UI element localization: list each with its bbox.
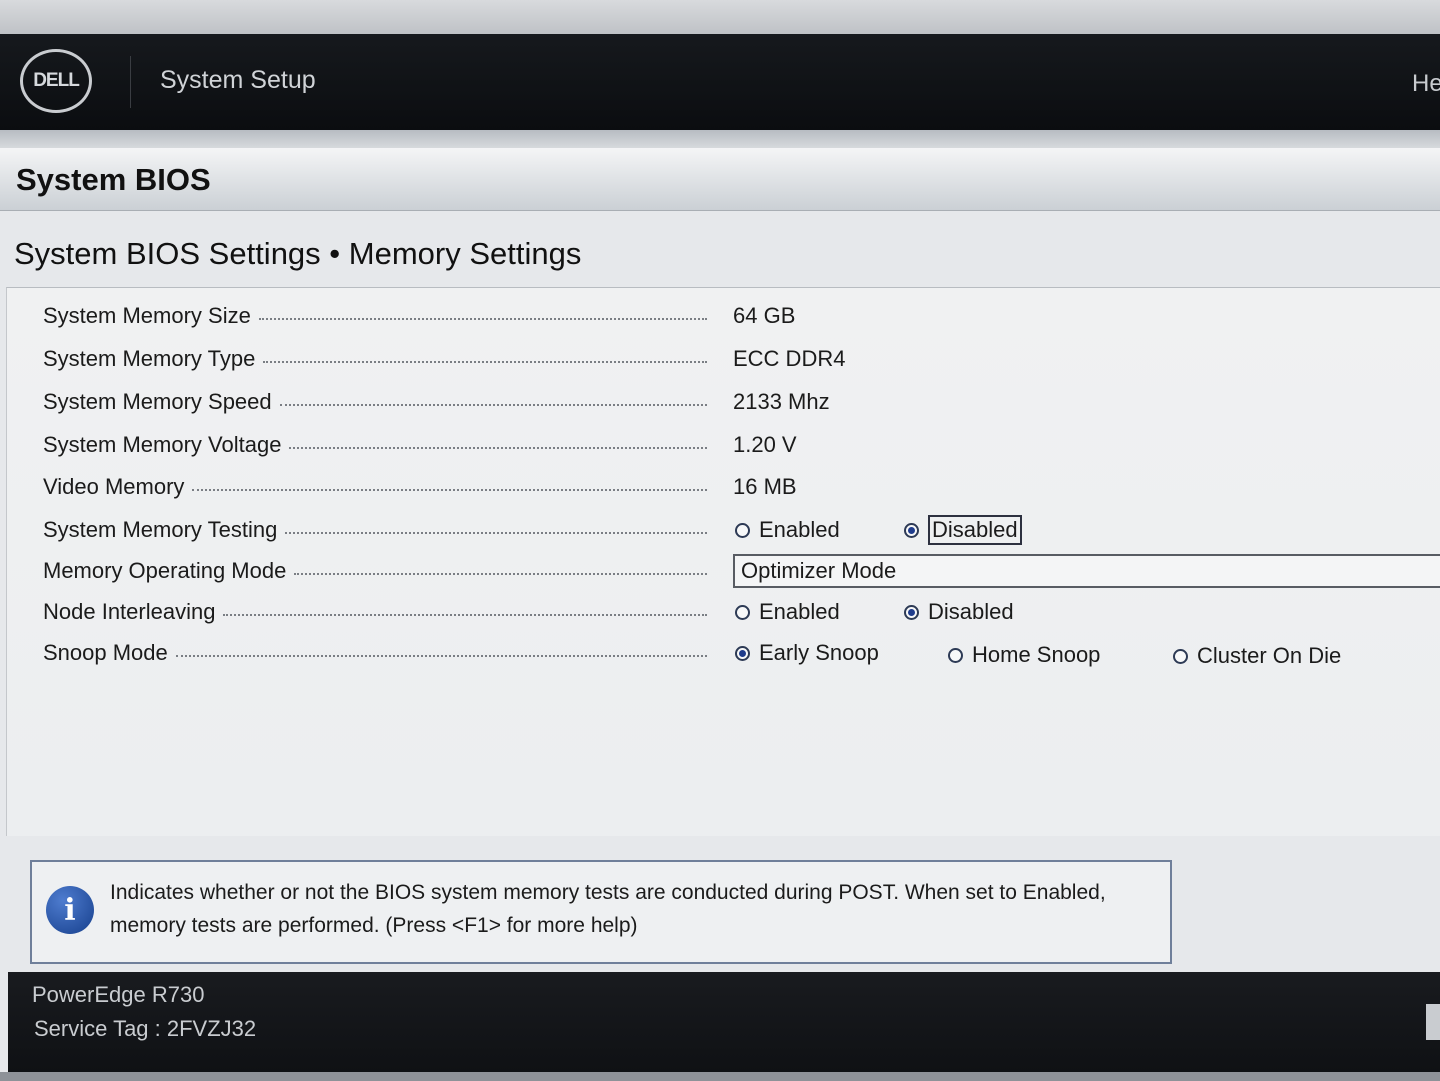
bios-screen: DELL System Setup Hel System BIOS System…: [0, 0, 1440, 1081]
memory-testing-disabled-radio[interactable]: Disabled: [904, 510, 1022, 550]
setting-label-row: Video Memory: [43, 467, 707, 507]
snoop-early-radio[interactable]: Early Snoop: [735, 633, 879, 673]
radio-label: Early Snoop: [759, 640, 879, 665]
setting-row-operating-mode: Memory Operating Mode Optimizer Mode: [7, 551, 1440, 591]
monitor-bezel-top: [0, 0, 1440, 34]
setting-label-row: System Memory Type: [43, 339, 707, 379]
setting-value: 2133 Mhz: [733, 389, 830, 414]
node-interleaving-enabled-radio[interactable]: Enabled: [735, 592, 840, 632]
radio-unchecked-icon: [735, 522, 750, 538]
footer-scroll-handle[interactable]: [1426, 1004, 1440, 1040]
dell-logo: DELL: [20, 49, 92, 113]
setting-label-row: Snoop Mode: [43, 633, 707, 673]
help-text: Indicates whether or not the BIOS system…: [110, 881, 1106, 937]
dotted-leader: [258, 318, 707, 320]
dropdown-selected-value: Optimizer Mode: [741, 558, 897, 583]
dotted-leader: [294, 573, 707, 575]
setting-value: 16 MB: [733, 474, 797, 499]
setting-value: 64 GB: [733, 303, 796, 328]
setting-label: Snoop Mode: [43, 640, 168, 665]
dotted-leader: [175, 655, 707, 657]
dotted-leader: [192, 489, 707, 491]
settings-panel: System Memory Size 64 GB System Memory T…: [6, 287, 1440, 836]
setting-label: Node Interleaving: [43, 599, 216, 624]
snoop-cluster-on-die-radio[interactable]: Cluster On Die: [1173, 636, 1341, 676]
radio-label: Home Snoop: [972, 642, 1101, 667]
snoop-home-radio[interactable]: Home Snoop: [948, 635, 1100, 675]
node-interleaving-disabled-radio[interactable]: Disabled: [904, 592, 1014, 632]
radio-label: Cluster On Die: [1197, 643, 1342, 668]
section-header: System BIOS: [0, 148, 1440, 211]
setting-row-memory-type: System Memory Type ECC DDR4: [7, 339, 1440, 379]
setting-label-row: Node Interleaving: [43, 592, 707, 632]
radio-checked-icon: [904, 604, 919, 620]
setting-row-memory-testing: System Memory Testing Enabled Disabled: [7, 510, 1440, 550]
dotted-leader: [289, 447, 707, 449]
setting-label: System Memory Type: [43, 346, 256, 371]
setting-label-row: System Memory Testing: [43, 510, 707, 550]
radio-label-focused: Disabled: [928, 515, 1022, 545]
setting-label-row: System Memory Size: [43, 296, 707, 336]
setting-label-row: System Memory Speed: [43, 382, 707, 422]
app-title: System Setup: [160, 66, 316, 94]
dotted-leader: [263, 361, 707, 363]
footer-bar: PowerEdge R730 Service Tag : 2FVZJ32: [8, 972, 1440, 1072]
info-icon: i: [46, 886, 94, 934]
setting-label: System Memory Size: [43, 303, 251, 328]
setting-row-memory-size: System Memory Size 64 GB: [7, 296, 1440, 336]
topbar-divider: [130, 56, 131, 108]
help-link[interactable]: Hel: [1412, 70, 1440, 98]
header-gap: [0, 130, 1440, 148]
setting-value: ECC DDR4: [733, 346, 846, 371]
setting-label: System Memory Voltage: [43, 432, 282, 457]
setting-label: System Memory Speed: [43, 389, 272, 414]
setting-label: System Memory Testing: [43, 517, 278, 542]
system-model: PowerEdge R730: [32, 982, 205, 1007]
setting-label-row: Memory Operating Mode: [43, 551, 707, 591]
top-bar: DELL System Setup Hel: [0, 34, 1440, 130]
monitor-bezel-bottom: [0, 1072, 1440, 1081]
setting-row-memory-speed: System Memory Speed 2133 Mhz: [7, 382, 1440, 422]
setting-row-video-memory: Video Memory 16 MB: [7, 467, 1440, 507]
service-tag: Service Tag : 2FVZJ32: [34, 1016, 257, 1041]
radio-label: Enabled: [759, 599, 840, 624]
dotted-leader: [279, 404, 707, 406]
dotted-leader: [285, 532, 707, 534]
help-box: i Indicates whether or not the BIOS syst…: [30, 860, 1172, 964]
page-title: System BIOS Settings • Memory Settings: [14, 236, 582, 271]
setting-row-memory-voltage: System Memory Voltage 1.20 V: [7, 425, 1440, 465]
setting-row-snoop-mode: Snoop Mode Early Snoop Home Snoop Cluste…: [7, 633, 1440, 673]
dotted-leader: [223, 614, 707, 616]
radio-checked-icon: [735, 645, 750, 661]
setting-label-row: System Memory Voltage: [43, 425, 707, 465]
radio-label: Enabled: [759, 517, 840, 542]
setting-value: 1.20 V: [733, 432, 797, 457]
operating-mode-dropdown[interactable]: Optimizer Mode: [733, 554, 1440, 588]
setting-label: Memory Operating Mode: [43, 558, 287, 583]
setting-row-node-interleaving: Node Interleaving Enabled Disabled: [7, 592, 1440, 632]
setting-label: Video Memory: [43, 474, 185, 499]
memory-testing-enabled-radio[interactable]: Enabled: [735, 510, 840, 550]
section-title: System BIOS: [16, 162, 211, 197]
radio-label: Disabled: [928, 599, 1014, 624]
radio-unchecked-icon: [1173, 648, 1188, 664]
radio-unchecked-icon: [948, 647, 963, 663]
radio-checked-icon: [904, 522, 919, 538]
radio-unchecked-icon: [735, 604, 750, 620]
